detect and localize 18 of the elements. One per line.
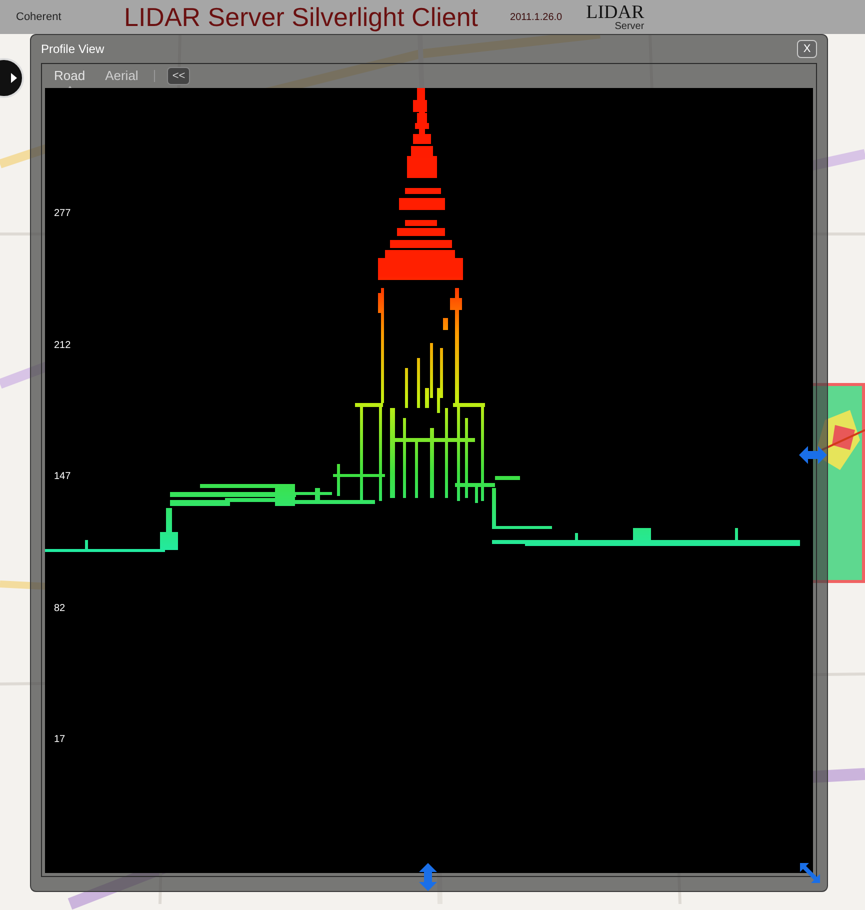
y-axis-label: 82 (54, 604, 66, 614)
diagonal-resize-icon[interactable] (800, 863, 820, 883)
y-axis-label: 17 (54, 735, 66, 745)
version-label: 2011.1.26.0 (510, 10, 562, 24)
y-axis-label: 147 (54, 472, 71, 482)
logo-text: Coherent (16, 10, 62, 25)
y-axis-label: 277 (54, 209, 71, 219)
collapse-button[interactable]: << (167, 67, 190, 85)
dialog-title: Profile View (41, 41, 104, 58)
brand-logo-title: LIDAR (586, 2, 644, 22)
map-type-tab[interactable]: Aerial (101, 66, 142, 86)
app-title: LIDAR Server Silverlight Client (124, 4, 478, 30)
chevron-right-icon (10, 72, 18, 84)
close-button[interactable]: X (797, 40, 817, 58)
y-axis-label: 212 (54, 340, 71, 350)
horizontal-resize-icon[interactable] (799, 446, 827, 464)
brand-logo-subtitle: Server (614, 22, 644, 32)
vertical-resize-icon[interactable] (419, 863, 437, 891)
